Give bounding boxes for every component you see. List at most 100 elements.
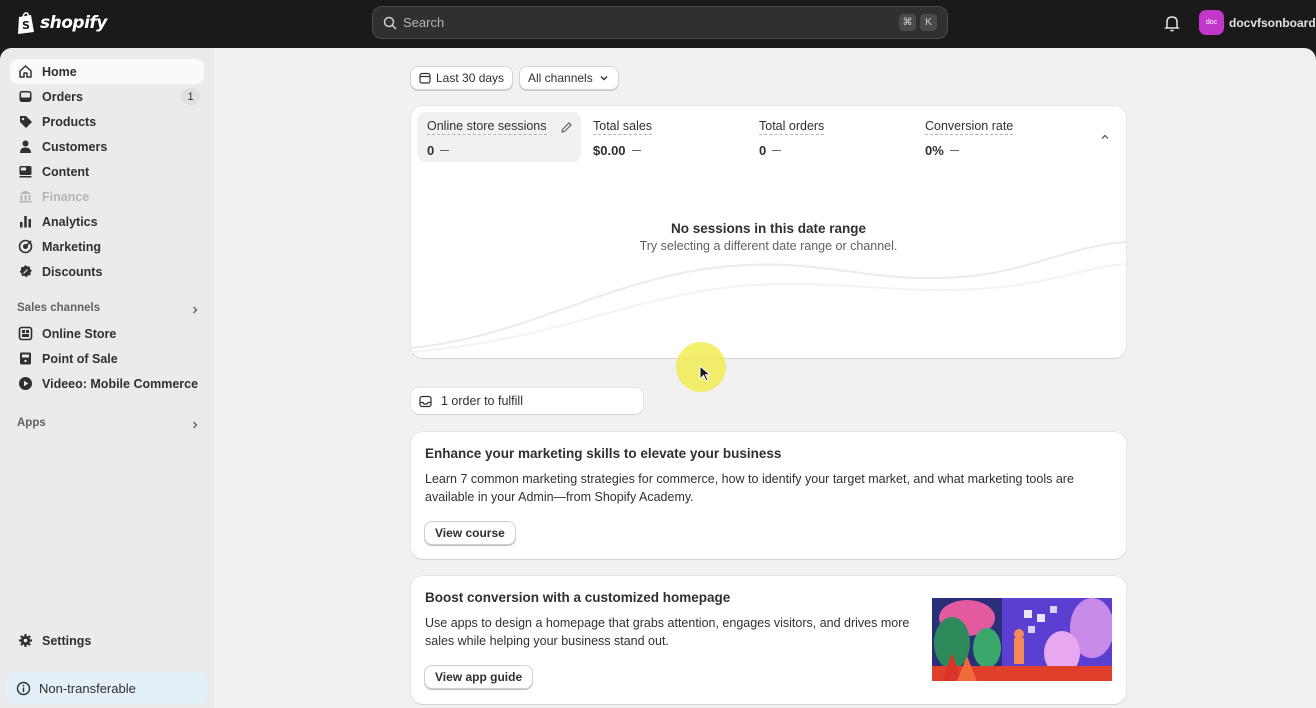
orders-to-fulfill-label: 1 order to fulfill — [441, 394, 523, 408]
logo-text: shopify — [40, 13, 107, 33]
sidebar-item-label: Finance — [42, 189, 90, 204]
shopify-logo[interactable]: S shopify — [16, 11, 107, 35]
sidebar-item-label: Orders — [42, 89, 83, 104]
date-range-label: Last 30 days — [436, 71, 505, 85]
sidebar-item-home[interactable]: Home — [10, 59, 204, 84]
sidebar-item-products[interactable]: Products — [10, 109, 204, 134]
sidebar-item-settings[interactable]: Settings — [10, 628, 204, 653]
content-icon — [19, 166, 32, 178]
calendar-icon — [419, 72, 431, 84]
discount-icon — [19, 265, 32, 278]
sidebar-item-label: Videeo: Mobile Commerce — [42, 376, 199, 391]
shortcut-key-cmd: ⌘ — [899, 14, 916, 31]
sidebar-item-content[interactable]: Content — [10, 159, 204, 184]
view-course-button[interactable]: View course — [424, 521, 516, 545]
sidebar: Home Orders 1 Products Customers Content… — [0, 48, 214, 708]
metric-value: 0 — [427, 143, 435, 158]
sidebar-item-discounts[interactable]: Discounts — [10, 259, 204, 284]
home-icon — [19, 65, 32, 78]
play-icon — [19, 377, 32, 390]
homepage-guide-card: Boost conversion with a customized homep… — [411, 576, 1126, 704]
info-icon — [16, 681, 31, 695]
metric-label: Online store sessions — [427, 119, 547, 135]
sidebar-item-customers[interactable]: Customers — [10, 134, 204, 159]
sidebar-item-finance[interactable]: Finance — [10, 184, 204, 209]
sidebar-item-label: Products — [42, 114, 97, 129]
pos-icon — [20, 352, 31, 365]
sidebar-item-label: Home — [42, 64, 77, 79]
marketing-course-card: Enhance your marketing skills to elevate… — [411, 432, 1126, 559]
trend-dash — [440, 150, 450, 151]
inbox-icon — [419, 395, 432, 407]
metric-label: Total sales — [593, 119, 653, 135]
sidebar-item-label: Analytics — [42, 214, 98, 229]
store-icon — [18, 326, 33, 341]
sidebar-item-label: Customers — [42, 139, 108, 154]
orders-count-badge: 1 — [181, 88, 200, 105]
trend-dash — [631, 150, 641, 151]
person-icon — [20, 140, 31, 153]
metric-label: Total orders — [759, 119, 825, 135]
tag-icon — [20, 116, 32, 128]
inbox-icon — [19, 91, 32, 102]
metric-value: 0% — [925, 143, 944, 158]
metric-total-sales[interactable]: Total sales $0.00 — [583, 112, 747, 162]
chevron-up-icon[interactable] — [1099, 131, 1111, 143]
sidebar-item-label: Settings — [42, 633, 92, 648]
trend-dash — [772, 150, 782, 151]
bank-icon — [19, 190, 32, 203]
sidebar-item-label: Content — [42, 164, 90, 179]
search-input[interactable]: Search — [403, 15, 895, 30]
chevron-right-icon[interactable] — [190, 420, 200, 430]
sales-channels-heading[interactable]: Sales channels — [17, 302, 100, 314]
trend-dash — [949, 150, 959, 151]
chevron-right-icon[interactable] — [190, 305, 200, 315]
sidebar-item-label: Point of Sale — [42, 351, 118, 366]
card-title: Boost conversion with a customized homep… — [425, 590, 731, 605]
channel-filter-label: All channels — [528, 71, 593, 85]
gear-icon — [19, 634, 32, 647]
avatar: doc — [1199, 10, 1224, 35]
search-icon — [383, 16, 397, 30]
non-transferable-label: Non-transferable — [39, 680, 136, 696]
non-transferable-banner[interactable]: Non-transferable — [6, 672, 208, 704]
metric-label: Conversion rate — [925, 119, 1014, 135]
sidebar-item-point-of-sale[interactable]: Point of Sale — [10, 346, 204, 371]
shortcut-key-k: K — [920, 14, 937, 31]
metric-value: 0 — [759, 143, 767, 158]
sidebar-item-online-store[interactable]: Online Store — [10, 321, 204, 346]
orders-to-fulfill-button[interactable]: 1 order to fulfill — [411, 388, 643, 414]
metric-online-store-sessions[interactable]: Online store sessions 0 — [417, 112, 581, 162]
homepage-illustration — [932, 598, 1112, 681]
edit-pencil-icon[interactable] — [560, 121, 573, 134]
target-icon — [18, 239, 33, 254]
sessions-card: Online store sessions 0 Total sales $0.0… — [411, 106, 1126, 358]
sidebar-item-videeo[interactable]: Videeo: Mobile Commerce — [10, 371, 204, 396]
metric-conversion-rate[interactable]: Conversion rate 0% — [915, 112, 1079, 162]
empty-state-title: No sessions in this date range — [670, 221, 867, 236]
search-bar[interactable]: Search ⌘ K — [372, 6, 948, 39]
top-bar: S shopify Search ⌘ K doc docvfsonboard — [0, 0, 1316, 48]
view-app-guide-button[interactable]: View app guide — [424, 665, 534, 689]
metric-total-orders[interactable]: Total orders 0 — [749, 112, 913, 162]
bar-chart-icon — [20, 216, 31, 228]
chevron-down-icon — [600, 76, 608, 81]
sidebar-item-orders[interactable]: Orders 1 — [10, 84, 204, 109]
mouse-pointer-icon — [699, 365, 711, 382]
apps-heading[interactable]: Apps — [17, 417, 46, 429]
account-menu[interactable]: doc docvfsonboard — [1199, 10, 1316, 35]
sidebar-item-analytics[interactable]: Analytics — [10, 209, 204, 234]
account-name: docvfsonboard — [1229, 15, 1316, 30]
shopify-bag-icon: S — [18, 12, 34, 34]
empty-state-subtitle: Try selecting a different date range or … — [639, 239, 898, 253]
date-range-picker[interactable]: Last 30 days — [410, 66, 514, 90]
sidebar-item-label: Discounts — [42, 264, 103, 279]
card-body: Use apps to design a homepage that grabs… — [425, 616, 910, 648]
metric-value: $0.00 — [593, 143, 626, 158]
card-title: Enhance your marketing skills to elevate… — [425, 446, 782, 461]
sidebar-item-label: Online Store — [42, 326, 117, 341]
sidebar-item-marketing[interactable]: Marketing — [10, 234, 204, 259]
admin-shell: Home Orders 1 Products Customers Content… — [0, 48, 1316, 708]
channel-filter[interactable]: All channels — [519, 66, 619, 90]
bell-icon[interactable] — [1162, 13, 1182, 33]
